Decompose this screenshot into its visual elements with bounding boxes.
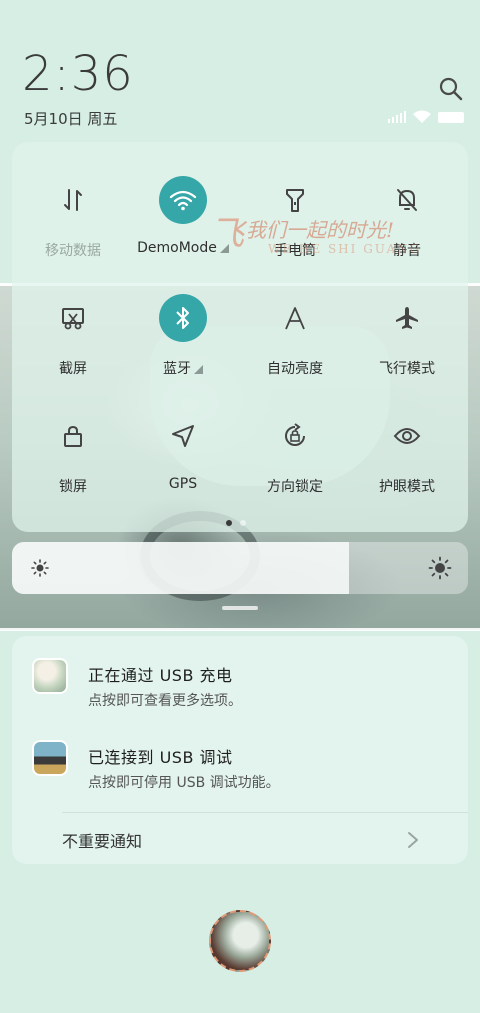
tile-label: 方向锁定 (267, 479, 323, 495)
screenshot-icon (49, 294, 97, 342)
expand-triangle-icon[interactable] (219, 244, 229, 253)
tile-label: 锁屏 (59, 479, 87, 495)
wifi-icon (413, 110, 431, 123)
search-icon[interactable] (438, 76, 464, 102)
tile-rotation-lock[interactable]: 方向锁定 (240, 412, 350, 496)
app-avatar (32, 740, 68, 776)
tile-label: 飞行模式 (379, 361, 435, 377)
user-avatar[interactable] (209, 910, 271, 972)
lock-icon (49, 412, 97, 460)
mute-bell-icon (383, 176, 431, 224)
tile-airplane[interactable]: 飞行模式 (352, 294, 462, 378)
page-dot (240, 520, 246, 526)
auto-brightness-icon (271, 294, 319, 342)
tile-auto-brightness[interactable]: 自动亮度 (240, 294, 350, 378)
tile-label: 蓝牙 (163, 361, 191, 377)
tile-label: 截屏 (59, 361, 87, 377)
notification-title: 正在通过 USB 充电 (88, 666, 233, 685)
panel-drag-handle[interactable] (222, 606, 258, 610)
brightness-slider[interactable] (12, 542, 468, 594)
quick-settings-panel: 移动数据 DemoMode 手电筒 静音 截屏 蓝牙 自动亮度 飞行模式 锁屏 … (12, 142, 468, 532)
rotation-lock-icon (271, 412, 319, 460)
tile-flashlight[interactable]: 手电筒 (240, 176, 350, 260)
tile-lock-screen[interactable]: 锁屏 (18, 412, 128, 496)
brightness-fill (12, 542, 350, 594)
date[interactable]: 5月10日 周五 (24, 108, 117, 129)
expand-triangle-icon[interactable] (194, 365, 203, 374)
mobile-data-icon (49, 176, 97, 224)
tile-label: 手电筒 (274, 243, 316, 259)
notification-usb-debugging[interactable]: 已连接到 USB 调试 点按即可停用 USB 调试功能。 (12, 726, 468, 791)
tile-mobile-data[interactable]: 移动数据 (18, 176, 128, 260)
divider (62, 812, 468, 813)
tile-gps[interactable]: GPS (128, 412, 238, 492)
airplane-icon (383, 294, 431, 342)
page-dot-active (226, 520, 232, 526)
tile-wifi[interactable]: DemoMode (128, 176, 238, 256)
tile-label: 自动亮度 (267, 361, 323, 377)
gps-icon (159, 412, 207, 460)
notification-subtitle: 点按即可停用 USB 调试功能。 (88, 775, 280, 791)
status-icons (388, 110, 464, 124)
tile-label: 移动数据 (45, 243, 101, 259)
wifi-icon (159, 176, 207, 224)
tile-bluetooth[interactable]: 蓝牙 (128, 294, 238, 378)
brightness-low-icon (31, 559, 49, 577)
tile-label: 静音 (393, 243, 421, 259)
notification-title: 已连接到 USB 调试 (88, 748, 233, 767)
battery-icon (438, 111, 464, 123)
notification-usb-charging[interactable]: 正在通过 USB 充电 点按即可查看更多选项。 (12, 644, 468, 709)
tile-label: GPS (168, 476, 198, 492)
app-avatar (32, 658, 68, 694)
signal-icon (388, 111, 406, 123)
tile-screenshot[interactable]: 截屏 (18, 294, 128, 378)
brightness-high-icon (428, 556, 452, 580)
unimportant-notifications[interactable]: 不重要通知 (62, 828, 142, 852)
notification-card: 正在通过 USB 充电 点按即可查看更多选项。 已连接到 USB 调试 点按即可… (12, 636, 468, 864)
divider-line-bottom (0, 628, 480, 631)
tile-label: DemoMode (137, 240, 217, 256)
flashlight-icon (271, 176, 319, 224)
notification-subtitle: 点按即可查看更多选项。 (88, 693, 242, 709)
chevron-right-icon[interactable] (406, 830, 420, 850)
bluetooth-icon (159, 294, 207, 342)
tile-label: 护眼模式 (379, 479, 435, 495)
page-indicator (226, 520, 246, 526)
clock[interactable]: 2:36 (22, 46, 134, 102)
tile-eye-care[interactable]: 护眼模式 (352, 412, 462, 496)
tile-mute[interactable]: 静音 (352, 176, 462, 260)
eye-icon (383, 412, 431, 460)
